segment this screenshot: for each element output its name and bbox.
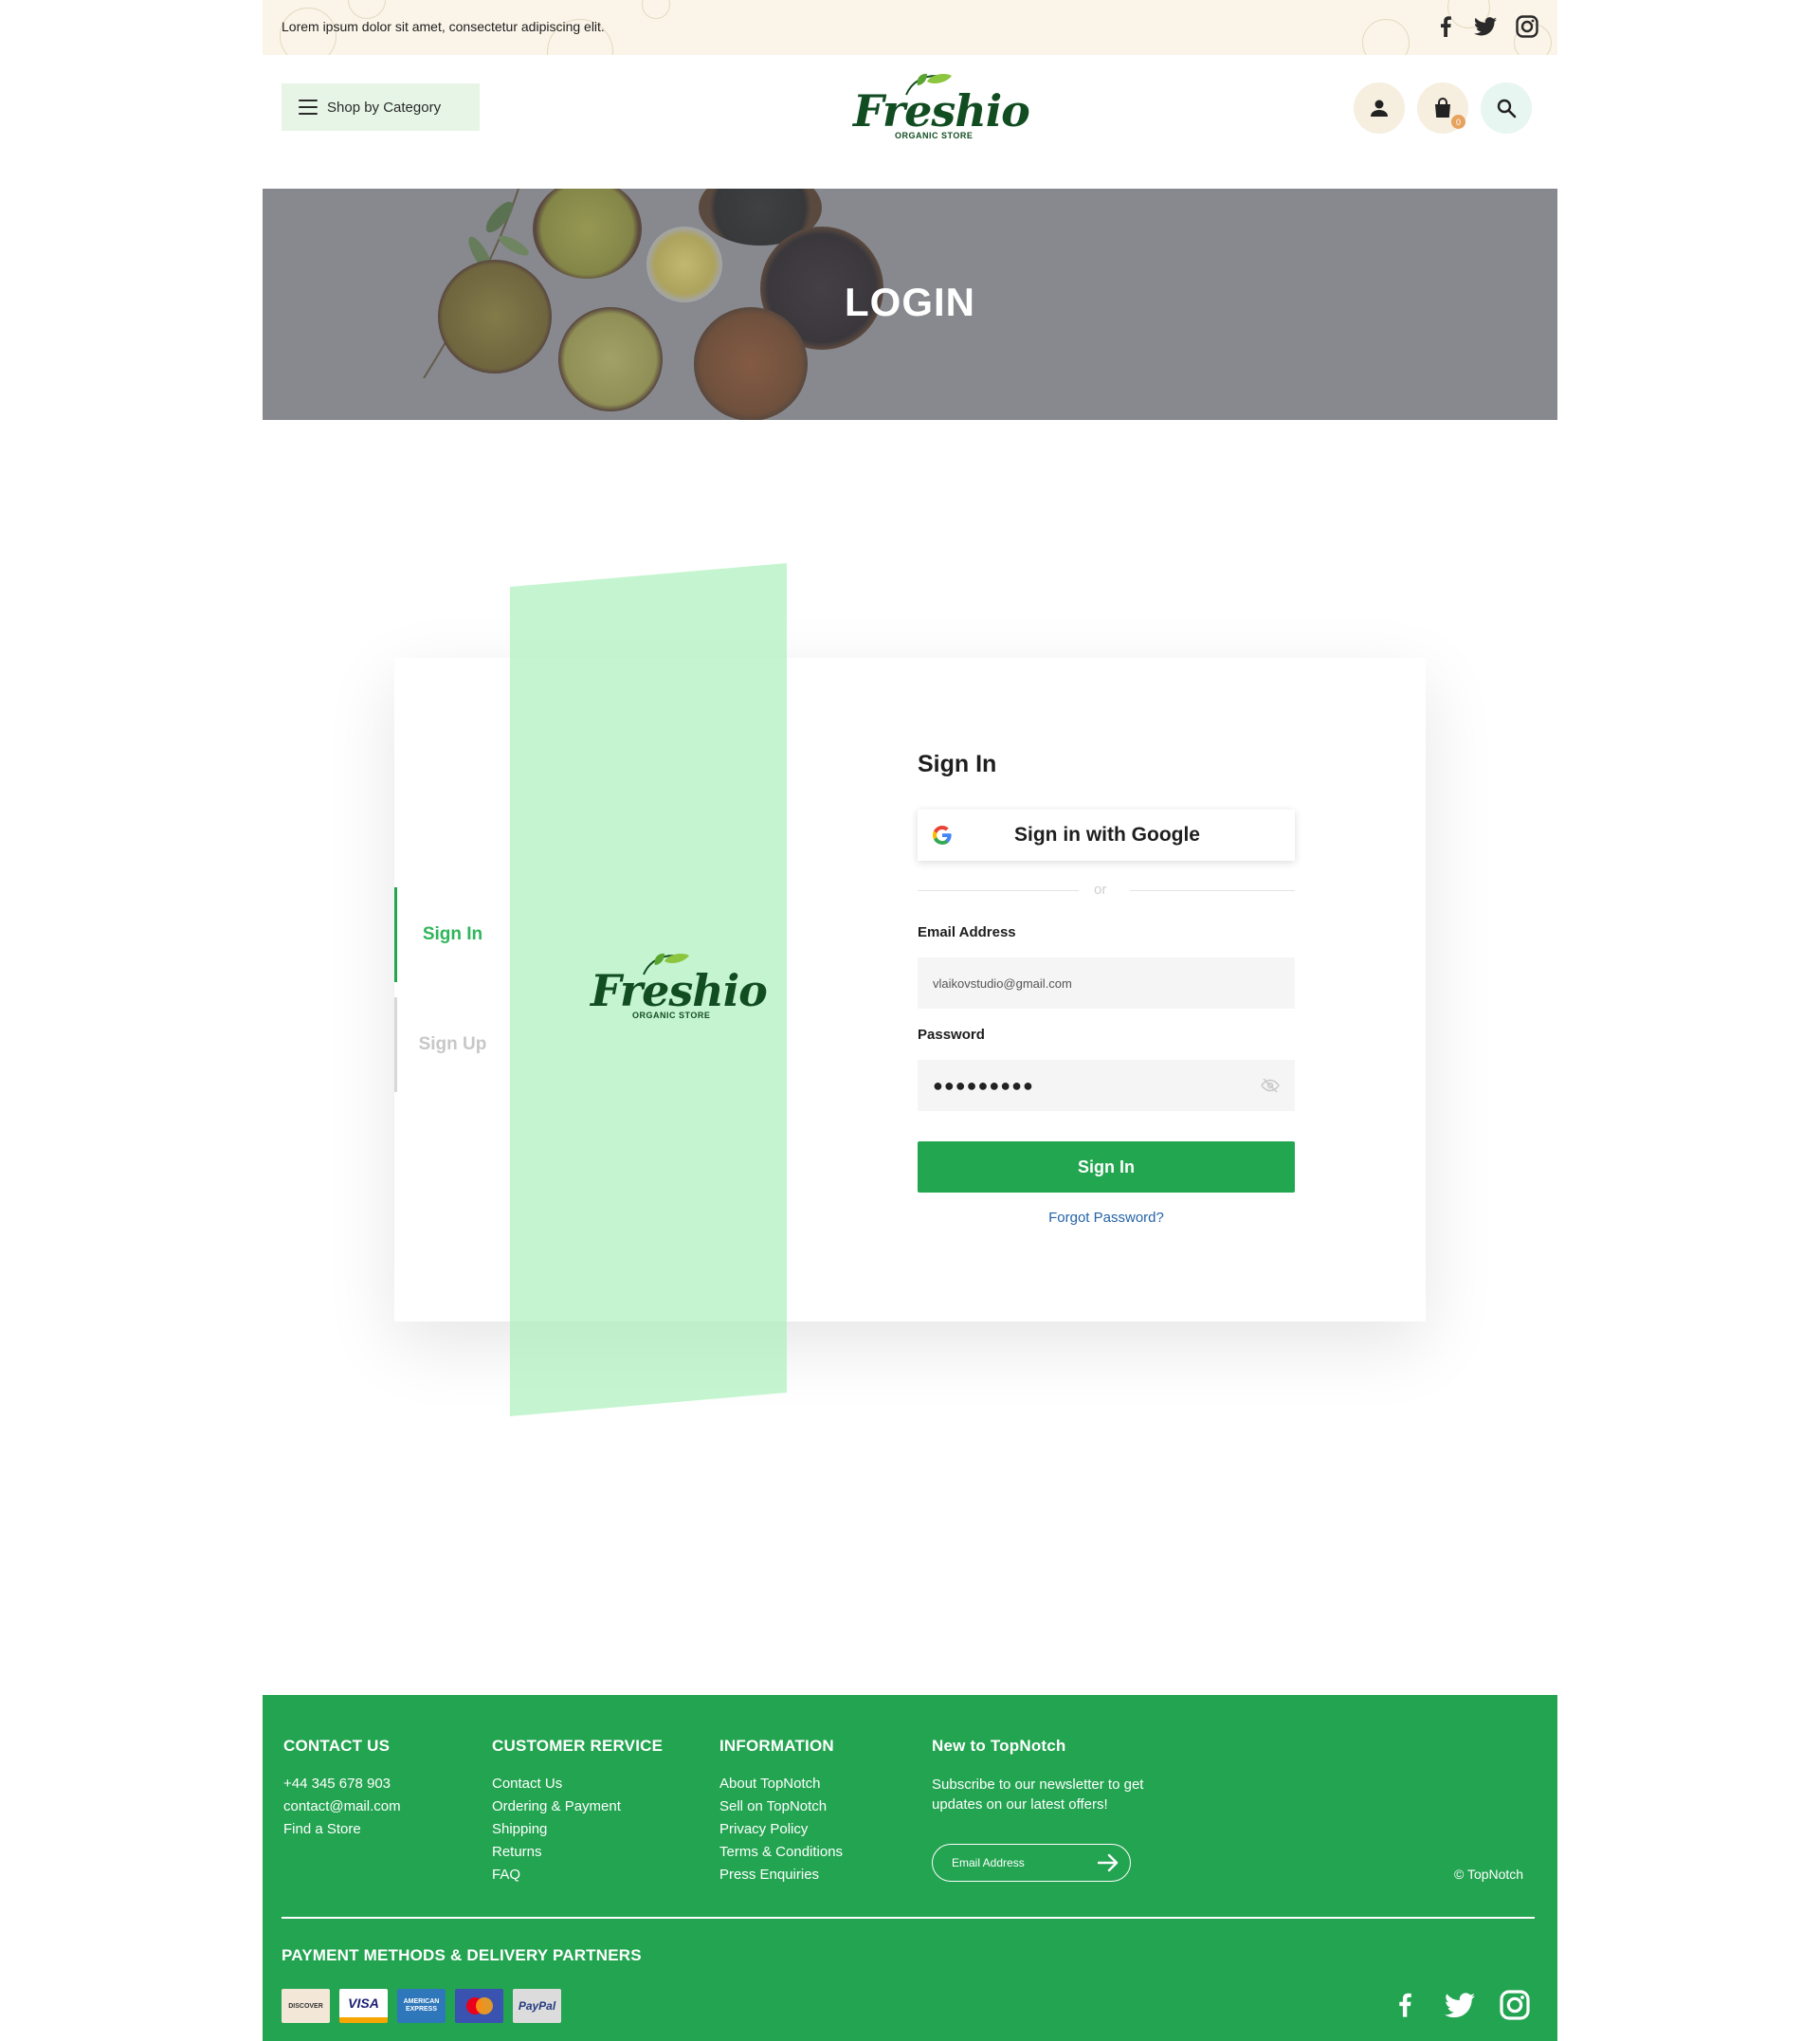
search-button[interactable] [1481,82,1532,134]
footer-divider [282,1917,1535,1919]
footer-heading-service: CUSTOMER RERVICE [492,1737,664,1755]
twitter-icon[interactable] [1442,1987,1478,2023]
contact-email[interactable]: contact@mail.com [283,1795,401,1818]
logo-subtitle: ORGANIC STORE [895,131,974,140]
payments-heading: PAYMENT METHODS & DELIVERY PARTNERS [282,1946,642,1964]
newsletter-placeholder: Email Address [952,1856,1025,1869]
divider-left [918,890,1079,891]
google-sign-in-button[interactable]: Sign in with Google [918,810,1295,861]
amex-card-icon: AMERICAN EXPRESS [397,1989,446,2023]
facebook-icon[interactable] [1432,13,1459,40]
divider-right [1130,890,1295,891]
discover-card-icon: DISCOVER [282,1989,330,2023]
panel-logo: Freshio ORGANIC STORE [591,948,768,1024]
instagram-icon[interactable] [1514,13,1540,40]
footer-contact-list: +44 345 678 903 contact@mail.com Find a … [283,1773,401,1841]
shopping-bag-icon [1435,98,1450,118]
email-field[interactable]: vlaikovstudio@gmail.com [918,957,1295,1009]
footer-link[interactable]: Ordering & Payment [492,1795,621,1818]
footer-link[interactable]: About TopNotch [719,1773,843,1795]
tab-sign-up[interactable]: Sign Up [394,997,508,1092]
find-store-link[interactable]: Find a Store [283,1818,401,1841]
site-logo[interactable]: Freshio ORGANIC STORE [853,68,1030,144]
footer-information-list: About TopNotch Sell on TopNotch Privacy … [719,1773,843,1886]
mastercard-icon [455,1989,503,2023]
cart-button[interactable]: 0 [1417,82,1468,134]
search-icon [1497,99,1517,118]
paypal-icon: PayPal [513,1989,561,2023]
hero-banner: LOGIN [263,189,1557,420]
password-field[interactable]: ●●●●●●●●● [918,1060,1295,1111]
password-mask: ●●●●●●●●● [933,1075,1034,1095]
instagram-icon[interactable] [1497,1987,1533,2023]
top-announcement-bar: Lorem ipsum dolor sit amet, consectetur … [263,0,1557,55]
footer-link[interactable]: Terms & Conditions [719,1841,843,1864]
logo-subtitle: ORGANIC STORE [632,1011,711,1020]
copyright-text: © TopNotch [1454,1867,1524,1882]
contact-phone[interactable]: +44 345 678 903 [283,1773,401,1795]
cart-count-badge: 0 [1451,115,1465,129]
account-button[interactable] [1354,82,1405,134]
site-footer: CONTACT US +44 345 678 903 contact@mail.… [263,1695,1557,2041]
email-label: Email Address [918,924,1016,940]
footer-heading-information: INFORMATION [719,1737,834,1755]
footer-link[interactable]: FAQ [492,1864,621,1886]
sign-in-button[interactable]: Sign In [918,1141,1295,1193]
logo-wordmark: Freshio [591,965,768,1016]
footer-link[interactable]: Shipping [492,1818,621,1841]
footer-link[interactable]: Press Enquiries [719,1864,843,1886]
footer-link[interactable]: Returns [492,1841,621,1864]
category-label: Shop by Category [327,99,442,116]
form-title: Sign In [918,751,997,777]
logo-wordmark: Freshio [853,85,1030,137]
password-label: Password [918,1027,985,1043]
facebook-icon[interactable] [1387,1987,1423,2023]
footer-service-list: Contact Us Ordering & Payment Shipping R… [492,1773,621,1886]
hamburger-menu-icon [299,100,318,115]
newsletter-text: Subscribe to our newsletter to get updat… [932,1777,1144,1813]
arrow-right-icon[interactable] [1098,1853,1119,1872]
email-value: vlaikovstudio@gmail.com [933,975,1072,991]
hide-password-icon[interactable] [1261,1078,1280,1093]
user-icon [1371,100,1388,117]
footer-link[interactable]: Privacy Policy [719,1818,843,1841]
topbar-tagline: Lorem ipsum dolor sit amet, consectetur … [282,19,605,34]
visa-card-icon: VISA [339,1989,388,2023]
footer-link[interactable]: Sell on TopNotch [719,1795,843,1818]
footer-heading-contact: CONTACT US [283,1737,391,1755]
footer-heading-newsletter: New to TopNotch [932,1737,1066,1755]
footer-link[interactable]: Contact Us [492,1773,621,1795]
twitter-icon[interactable] [1472,13,1499,40]
or-divider-text: or [1094,882,1107,898]
forgot-password-link[interactable]: Forgot Password? [918,1210,1295,1226]
google-button-label: Sign in with Google [1014,824,1200,846]
newsletter-email-input[interactable]: Email Address [932,1844,1131,1882]
tab-sign-in[interactable]: Sign In [394,887,508,982]
page-title: LOGIN [845,280,975,324]
shop-by-category-button[interactable]: Shop by Category [282,83,480,131]
